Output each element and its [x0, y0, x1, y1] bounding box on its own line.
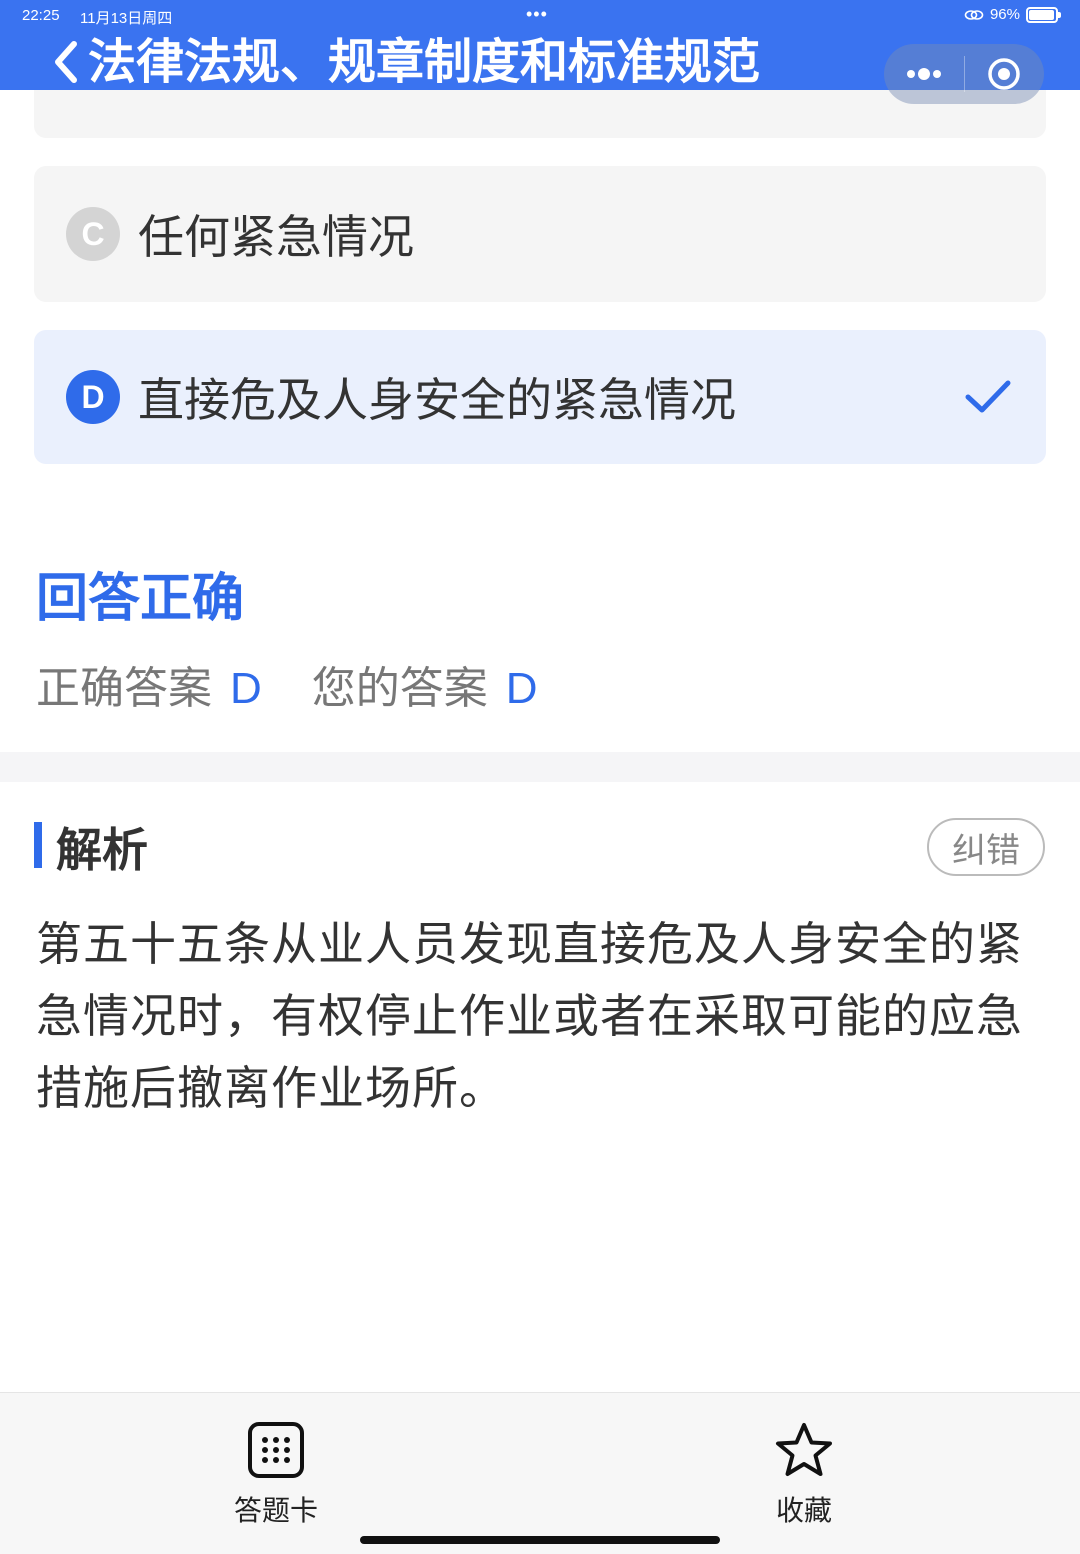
option-text-d: 直接危及人身安全的紧急情况 — [138, 373, 736, 427]
bottom-toolbar: 答题卡 收藏 — [0, 1392, 1080, 1554]
battery-percent: 96% — [989, 6, 1020, 23]
correct-answer-value: D — [230, 664, 262, 713]
target-close-icon — [988, 58, 1020, 90]
close-miniprogram-button[interactable] — [965, 44, 1045, 104]
your-answer-label: 您的答案 — [311, 663, 488, 714]
correct-answer-label: 正确答案 — [36, 663, 212, 714]
link-icon — [964, 9, 984, 20]
more-dots-icon — [906, 68, 941, 80]
answer-summary: 正确答案 D 您的答案 D — [36, 652, 538, 716]
answer-card-button[interactable]: 答题卡 — [206, 1421, 346, 1529]
status-date: 11月13日周四 — [80, 10, 173, 27]
status-bar: 22:25 11月13日周四 ••• 96% — [0, 0, 1080, 32]
checkmark-icon — [965, 380, 1011, 413]
option-text-c: 任何紧急情况 — [138, 210, 414, 264]
battery-icon — [1026, 6, 1061, 23]
analysis-text: 第五十五条从业人员发现直接危及人身安全的紧急情况时，有权停止作业或者在采取可能的… — [36, 917, 1023, 1115]
page-title: 法律法规、规章制度和标准规范 — [88, 34, 761, 90]
home-indicator — [360, 1536, 720, 1544]
option-letter-d: D — [66, 370, 120, 424]
report-error-button[interactable]: 纠错 — [927, 818, 1045, 876]
analysis-title: 解析 — [56, 823, 148, 877]
multitask-dots[interactable]: ••• — [526, 4, 548, 25]
option-d[interactable]: D 直接危及人身安全的紧急情况 — [34, 330, 1046, 464]
analysis-accent-bar — [34, 822, 42, 868]
option-c[interactable]: C 任何紧急情况 — [34, 166, 1046, 302]
more-button[interactable] — [884, 44, 964, 104]
answer-card-label: 答题卡 — [233, 1494, 318, 1527]
result-status: 回答正确 — [36, 569, 245, 629]
favorite-label: 收藏 — [775, 1494, 832, 1527]
star-icon — [776, 1423, 832, 1476]
favorite-button[interactable]: 收藏 — [734, 1421, 874, 1529]
back-chevron-icon[interactable] — [46, 36, 86, 88]
miniprogram-capsule — [884, 44, 1044, 104]
section-separator — [0, 752, 1080, 782]
your-answer-value: D — [505, 664, 538, 713]
grid-icon — [248, 1422, 304, 1478]
option-letter-c: C — [66, 207, 120, 261]
status-time: 22:25 — [22, 7, 60, 24]
